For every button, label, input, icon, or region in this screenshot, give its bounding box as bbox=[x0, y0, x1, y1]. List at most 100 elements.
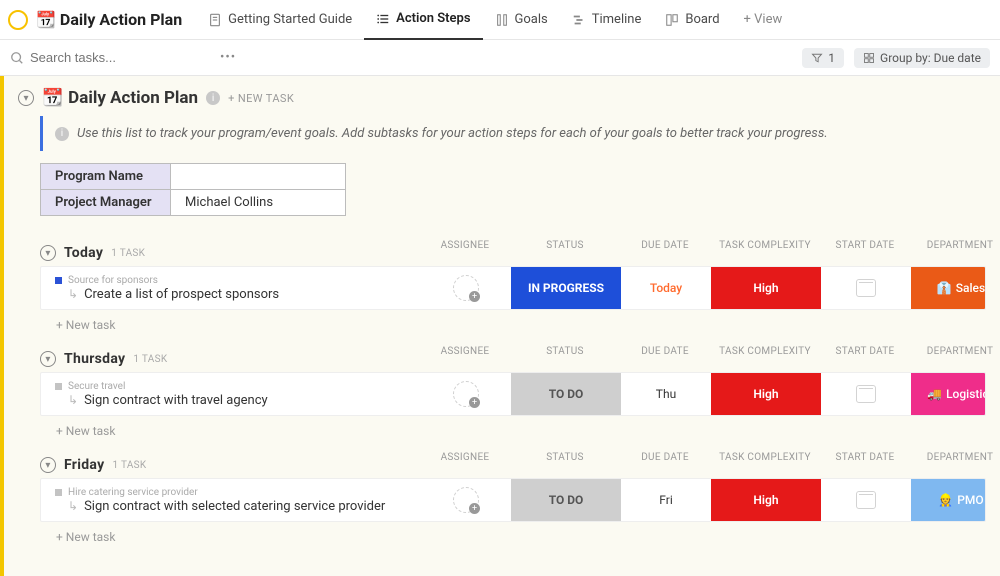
department-cell[interactable]: 👔Sales bbox=[911, 267, 986, 309]
new-task-button[interactable]: + NEW TASK bbox=[228, 92, 294, 105]
top-bar: 📆 Daily Action Plan Getting Started Guid… bbox=[0, 0, 1000, 40]
col-start-date: START DATE bbox=[820, 240, 910, 266]
list-title: 📆 Daily Action Plan bbox=[42, 88, 198, 108]
target-icon bbox=[495, 13, 509, 27]
tab-label: Timeline bbox=[592, 12, 642, 27]
search-icon bbox=[10, 51, 24, 65]
group-count: 1 TASK bbox=[111, 248, 145, 259]
tab-label: Board bbox=[685, 12, 719, 27]
dept-emoji-icon: 👷 bbox=[938, 493, 953, 507]
tab-label: Goals bbox=[515, 12, 548, 27]
task-name: Create a list of prospect sponsors bbox=[84, 287, 279, 302]
col-start-date: START DATE bbox=[820, 346, 910, 372]
parent-task-name: Hire catering service provider bbox=[68, 487, 198, 498]
filter-pill[interactable]: 1 bbox=[802, 48, 844, 68]
meta-table: Program Name Project Manager Michael Col… bbox=[40, 163, 346, 216]
department-cell[interactable]: 🚚Logistics bbox=[911, 373, 986, 415]
collapse-toggle-icon[interactable]: ▾ bbox=[40, 351, 56, 367]
tab-timeline[interactable]: Timeline bbox=[560, 0, 654, 40]
task-row[interactable]: Secure travel ↳ Sign contract with trave… bbox=[40, 372, 986, 416]
collapse-toggle-icon[interactable]: ▾ bbox=[40, 245, 56, 261]
gantt-icon bbox=[572, 13, 586, 27]
task-name-cell: Secure travel ↳ Sign contract with trave… bbox=[41, 373, 421, 415]
tab-action-steps[interactable]: Action Steps bbox=[364, 0, 482, 40]
status-cell[interactable]: TO DO bbox=[511, 373, 621, 415]
col-complexity: TASK COMPLEXITY bbox=[710, 346, 820, 372]
description-note: i Use this list to track your program/ev… bbox=[40, 116, 986, 151]
dept-label: PMO bbox=[957, 493, 983, 507]
status-cell[interactable]: IN PROGRESS bbox=[511, 267, 621, 309]
new-task-button[interactable]: + New task bbox=[56, 318, 986, 332]
info-icon: i bbox=[55, 127, 69, 141]
tab-getting-started[interactable]: Getting Started Guide bbox=[196, 0, 364, 40]
group-count: 1 TASK bbox=[112, 460, 146, 471]
col-status: STATUS bbox=[510, 452, 620, 478]
program-name-value[interactable] bbox=[171, 164, 346, 190]
col-start-date: START DATE bbox=[820, 452, 910, 478]
col-department: DEPARTMENT bbox=[910, 346, 1000, 372]
due-date-cell[interactable]: Today bbox=[621, 267, 711, 309]
more-options-icon[interactable]: ••• bbox=[220, 50, 236, 65]
due-date-cell[interactable]: Fri bbox=[621, 479, 711, 521]
search-input[interactable] bbox=[30, 50, 210, 65]
list-toolbar: ••• 1 Group by: Due date bbox=[0, 40, 1000, 76]
start-date-cell[interactable] bbox=[821, 479, 911, 521]
app-logo-icon bbox=[8, 10, 28, 30]
col-status: STATUS bbox=[510, 346, 620, 372]
add-assignee-icon[interactable] bbox=[453, 487, 479, 513]
list-title-text: Daily Action Plan bbox=[68, 88, 198, 108]
start-date-cell[interactable] bbox=[821, 373, 911, 415]
col-due-date: DUE DATE bbox=[620, 346, 710, 372]
status-badge: TO DO bbox=[511, 479, 621, 521]
department-cell[interactable]: 👷 PMO bbox=[911, 479, 986, 521]
col-assignee: ASSIGNEE bbox=[420, 240, 510, 266]
due-date-cell[interactable]: Thu bbox=[621, 373, 711, 415]
calendar-icon bbox=[856, 491, 876, 509]
complexity-cell[interactable]: High bbox=[711, 373, 821, 415]
search-wrap[interactable] bbox=[10, 50, 210, 65]
task-row[interactable]: Hire catering service provider ↳ Sign co… bbox=[40, 478, 986, 522]
info-icon[interactable]: i bbox=[206, 91, 220, 105]
group-by-label: Group by: Due date bbox=[880, 51, 981, 65]
add-assignee-icon[interactable] bbox=[453, 275, 479, 301]
doc-icon bbox=[208, 13, 222, 27]
add-view-button[interactable]: + View bbox=[732, 0, 795, 40]
collapse-toggle-icon[interactable]: ▾ bbox=[18, 90, 34, 106]
assignee-cell[interactable] bbox=[421, 479, 511, 521]
table-row: Program Name bbox=[41, 164, 346, 190]
complexity-badge: High bbox=[711, 479, 821, 521]
complexity-cell[interactable]: High bbox=[711, 267, 821, 309]
group-by-pill[interactable]: Group by: Due date bbox=[854, 48, 990, 68]
dept-emoji-icon: 👔 bbox=[937, 281, 952, 295]
task-name-cell: Source for sponsors ↳ Create a list of p… bbox=[41, 267, 421, 309]
assignee-cell[interactable] bbox=[421, 373, 511, 415]
complexity-badge: High bbox=[711, 373, 821, 415]
status-cell[interactable]: TO DO bbox=[511, 479, 621, 521]
group-name: Thursday bbox=[64, 351, 125, 367]
status-square-icon bbox=[55, 277, 62, 284]
add-assignee-icon[interactable] bbox=[453, 381, 479, 407]
assignee-cell[interactable] bbox=[421, 267, 511, 309]
collapse-toggle-icon[interactable]: ▾ bbox=[40, 457, 56, 473]
new-task-button[interactable]: + New task bbox=[56, 424, 986, 438]
subtask-icon: ↳ bbox=[68, 499, 78, 513]
tab-board[interactable]: Board bbox=[653, 0, 731, 40]
department-badge: 👔Sales bbox=[911, 267, 986, 309]
col-status: STATUS bbox=[510, 240, 620, 266]
complexity-cell[interactable]: High bbox=[711, 479, 821, 521]
project-manager-key: Project Manager bbox=[41, 190, 171, 216]
group-today: ▾ Today 1 TASK ASSIGNEE STATUS DUE DATE … bbox=[18, 240, 986, 332]
tab-goals[interactable]: Goals bbox=[483, 0, 560, 40]
new-task-button[interactable]: + New task bbox=[56, 530, 986, 544]
start-date-cell[interactable] bbox=[821, 267, 911, 309]
status-square-icon bbox=[55, 383, 62, 390]
task-row[interactable]: Source for sponsors ↳ Create a list of p… bbox=[40, 266, 986, 310]
list-header: ▾ 📆 Daily Action Plan i + NEW TASK bbox=[18, 88, 986, 108]
department-badge: 🚚Logistics bbox=[911, 373, 986, 415]
project-manager-value[interactable]: Michael Collins bbox=[171, 190, 346, 216]
parent-task-name: Secure travel bbox=[68, 381, 125, 392]
col-due-date: DUE DATE bbox=[620, 452, 710, 478]
list-icon bbox=[376, 12, 390, 26]
complexity-badge: High bbox=[711, 267, 821, 309]
group-count: 1 TASK bbox=[133, 354, 167, 365]
